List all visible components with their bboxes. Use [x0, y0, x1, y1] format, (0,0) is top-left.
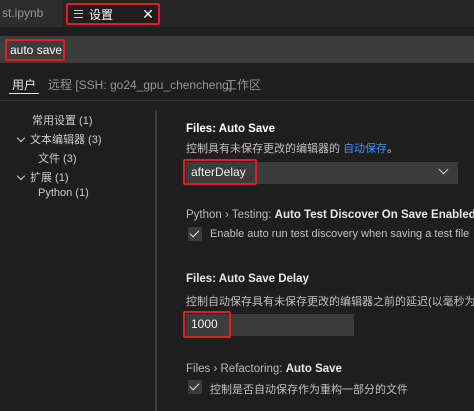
toc-item-common[interactable]: 常用设置 (1): [32, 112, 93, 128]
setting-title-auto-save-delay: Files: Auto Save Delay: [186, 273, 309, 285]
scope-tab-workspace[interactable]: 工作区: [225, 76, 261, 93]
auto-save-dropdown-value[interactable]: afterDelay: [183, 159, 257, 185]
tab-settings[interactable]: 设置 ✕: [66, 3, 160, 25]
editor-tab-bar: st.ipynb 设置 ✕: [0, 0, 474, 27]
toc-item-files[interactable]: 文件 (3): [38, 150, 77, 166]
tab-notebook[interactable]: st.ipynb: [0, 0, 62, 27]
active-scope-indicator: [9, 93, 39, 94]
toc-item-extensions-label: 扩展 (1): [30, 172, 69, 184]
toc-item-extensions[interactable]: 扩展 (1): [16, 169, 69, 185]
toc-item-text-editor[interactable]: 文本编辑器 (3): [16, 131, 102, 147]
setting-title-refactor-auto-save: Files › Refactoring: Auto Save: [186, 363, 342, 375]
auto-save-delay-value[interactable]: 1000: [183, 311, 231, 338]
setting-desc-auto-save: 控制具有未保存更改的编辑器的 自动保存。: [186, 143, 399, 155]
setting-desc-refactor-auto-save: 控制是否自动保存作为重构一部分的文件: [210, 384, 408, 396]
settings-search-input[interactable]: [5, 39, 65, 61]
setting-desc-auto-save-delay: 控制自动保存具有未保存更改的编辑器之前的延迟(以毫秒为: [186, 296, 474, 308]
settings-search-bar: [0, 36, 474, 63]
refactor-auto-save-checkbox[interactable]: [188, 380, 202, 394]
divider: [0, 100, 474, 101]
settings-scope-tabs: 用户 远程 [SSH: go24_gpu_chencheng] 工作区: [0, 72, 474, 98]
scope-tab-user[interactable]: 用户: [12, 76, 36, 93]
setting-title-auto-save: Files: Auto Save: [186, 123, 276, 135]
setting-focus-indicator: [155, 110, 157, 411]
test-discover-checkbox[interactable]: [188, 227, 202, 241]
chevron-down-icon: [16, 133, 26, 143]
setting-desc-test-discover: Enable auto run test discovery when savi…: [210, 228, 470, 240]
settings-list-icon: [74, 10, 83, 18]
tab-settings-label: 设置: [89, 7, 114, 22]
toc-item-text-editor-label: 文本编辑器 (3): [30, 134, 102, 146]
auto-save-link[interactable]: 自动保存: [343, 143, 387, 155]
scope-tab-remote[interactable]: 远程 [SSH: go24_gpu_chencheng]: [48, 76, 232, 93]
close-icon[interactable]: ✕: [140, 6, 156, 23]
chevron-down-icon: [16, 171, 26, 181]
toc-item-python[interactable]: Python (1): [38, 187, 89, 199]
setting-title-test-discover: Python › Testing: Auto Test Discover On …: [186, 209, 474, 221]
